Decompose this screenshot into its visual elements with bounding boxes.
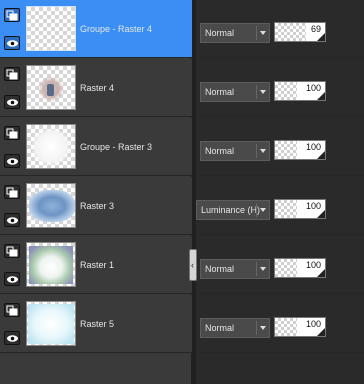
layer-name[interactable]: Raster 4	[80, 83, 114, 93]
layer-row-right: Normal 100	[196, 295, 364, 353]
layer-thumbnail[interactable]	[26, 124, 76, 169]
layer-row-right: Normal 100	[196, 236, 364, 294]
layer-toggles	[4, 4, 22, 54]
layer-row-3[interactable]: Groupe - Raster 3 Normal 100	[0, 118, 364, 177]
layer-row-right: Luminance (H) 100	[196, 177, 364, 235]
eye-icon[interactable]	[4, 36, 20, 50]
chevron-down-icon	[260, 326, 266, 330]
layer-name[interactable]: Groupe - Raster 3	[80, 142, 152, 152]
layer-row-right: Normal 69	[196, 0, 364, 58]
layers-panel: Groupe - Raster 4 Normal 69 Raster 4 Nor…	[0, 0, 364, 384]
layer-row-left[interactable]: Raster 4	[0, 59, 192, 117]
chevron-down-icon	[260, 208, 266, 212]
layer-row-left[interactable]: Groupe - Raster 3	[0, 118, 192, 176]
blend-mode-label: Normal	[205, 87, 235, 97]
layer-toggles	[4, 122, 22, 172]
layer-toggles	[4, 240, 22, 290]
eye-icon[interactable]	[4, 272, 20, 286]
layer-link-icon[interactable]	[4, 244, 20, 258]
dropdown-separator	[256, 144, 257, 158]
opacity-slider-corner	[317, 328, 325, 336]
opacity-slider[interactable]: 100	[274, 81, 326, 101]
blend-mode-dropdown[interactable]: Normal	[200, 141, 270, 161]
blend-mode-label: Luminance (H)	[201, 205, 261, 215]
opacity-slider-corner	[317, 151, 325, 159]
layer-link-icon[interactable]	[4, 185, 20, 199]
dropdown-separator	[256, 203, 257, 217]
layer-row-1[interactable]: Groupe - Raster 4 Normal 69	[0, 0, 364, 59]
layer-link-icon[interactable]	[4, 8, 20, 22]
opacity-slider-corner	[317, 269, 325, 277]
layer-link-icon[interactable]	[4, 67, 20, 81]
opacity-slider[interactable]: 100	[274, 317, 326, 337]
chevron-down-icon	[260, 90, 266, 94]
layer-name[interactable]: Raster 3	[80, 201, 114, 211]
layer-row-right: Normal 100	[196, 118, 364, 176]
blend-mode-dropdown[interactable]: Normal	[200, 82, 270, 102]
layer-row-2[interactable]: Raster 4 Normal 100	[0, 59, 364, 118]
chevron-left-icon: ‹	[191, 260, 194, 270]
layer-thumbnail[interactable]	[26, 183, 76, 228]
blend-mode-dropdown[interactable]: Normal	[200, 23, 270, 43]
layer-row-left[interactable]: Raster 1	[0, 236, 192, 294]
layer-thumbnail[interactable]	[26, 6, 76, 51]
eye-icon[interactable]	[4, 154, 20, 168]
layer-row-5[interactable]: Raster 1 Normal 100	[0, 236, 364, 295]
layer-toggles	[4, 181, 22, 231]
eye-icon[interactable]	[4, 95, 20, 109]
dropdown-separator	[256, 26, 257, 40]
blend-mode-dropdown[interactable]: Luminance (H)	[196, 200, 270, 220]
layer-thumbnail[interactable]	[26, 65, 76, 110]
dropdown-separator	[256, 262, 257, 276]
layer-name[interactable]: Raster 5	[80, 319, 114, 329]
layer-row-left[interactable]: Raster 3	[0, 177, 192, 235]
opacity-slider[interactable]: 100	[274, 258, 326, 278]
layer-name[interactable]: Raster 1	[80, 260, 114, 270]
layer-link-icon[interactable]	[4, 303, 20, 317]
chevron-down-icon	[260, 149, 266, 153]
opacity-slider[interactable]: 100	[274, 199, 326, 219]
layer-row-6[interactable]: Raster 5 Normal 100	[0, 295, 364, 354]
dropdown-separator	[256, 85, 257, 99]
layer-row-left[interactable]: Raster 5	[0, 295, 192, 353]
collapse-handle[interactable]: ‹	[189, 249, 197, 281]
blend-mode-label: Normal	[205, 146, 235, 156]
dropdown-separator	[256, 321, 257, 335]
layer-row-left[interactable]: Groupe - Raster 4	[0, 0, 192, 58]
layer-toggles	[4, 63, 22, 113]
layer-row-right: Normal 100	[196, 59, 364, 117]
layer-name[interactable]: Groupe - Raster 4	[80, 24, 152, 34]
blend-mode-dropdown[interactable]: Normal	[200, 318, 270, 338]
opacity-slider[interactable]: 69	[274, 22, 326, 42]
eye-icon[interactable]	[4, 213, 20, 227]
layer-thumbnail[interactable]	[26, 242, 76, 287]
opacity-slider[interactable]: 100	[274, 140, 326, 160]
chevron-down-icon	[260, 31, 266, 35]
blend-mode-label: Normal	[205, 28, 235, 38]
blend-mode-dropdown[interactable]: Normal	[200, 259, 270, 279]
layer-thumbnail[interactable]	[26, 301, 76, 346]
eye-icon[interactable]	[4, 331, 20, 345]
layer-row-4[interactable]: Raster 3 Luminance (H) 100	[0, 177, 364, 236]
blend-mode-label: Normal	[205, 323, 235, 333]
blend-mode-label: Normal	[205, 264, 235, 274]
layer-link-icon[interactable]	[4, 126, 20, 140]
opacity-slider-corner	[317, 210, 325, 218]
chevron-down-icon	[260, 267, 266, 271]
opacity-slider-corner	[317, 92, 325, 100]
layer-toggles	[4, 299, 22, 349]
opacity-slider-corner	[317, 33, 325, 41]
